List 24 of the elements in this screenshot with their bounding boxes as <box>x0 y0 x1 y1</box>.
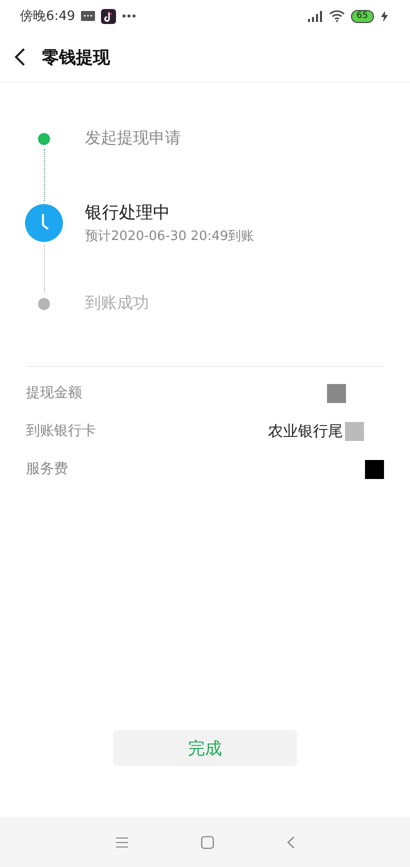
signal-icon <box>308 10 323 22</box>
done-dot <box>38 132 50 144</box>
app-icon <box>101 8 116 24</box>
detail-value: 农业银行尾 <box>268 422 343 440</box>
page-title: 零钱提现 <box>42 46 110 68</box>
step-detail: 预计2020-06-30 20:49到账 <box>85 228 254 245</box>
detail-label: 提现金额 <box>26 384 82 402</box>
battery-level: 65 <box>350 10 374 22</box>
back-icon[interactable] <box>14 48 26 66</box>
menu-icon[interactable] <box>116 836 128 848</box>
step-label: 到账成功 <box>85 293 149 314</box>
status-time: 傍晚6:49 <box>20 8 76 25</box>
step-label: 银行处理中 <box>85 202 171 224</box>
detail-label: 到账银行卡 <box>26 422 96 440</box>
home-icon[interactable] <box>200 836 214 848</box>
clock-icon <box>25 204 63 242</box>
done-button[interactable]: 完成 <box>113 730 297 766</box>
message-icon <box>81 11 96 21</box>
detail-label: 服务费 <box>26 460 68 478</box>
pending-dot <box>38 298 50 310</box>
step-label: 发起提现申请 <box>85 128 181 149</box>
charging-icon <box>380 10 390 22</box>
wifi-icon <box>328 10 345 22</box>
more-icon <box>122 14 136 18</box>
